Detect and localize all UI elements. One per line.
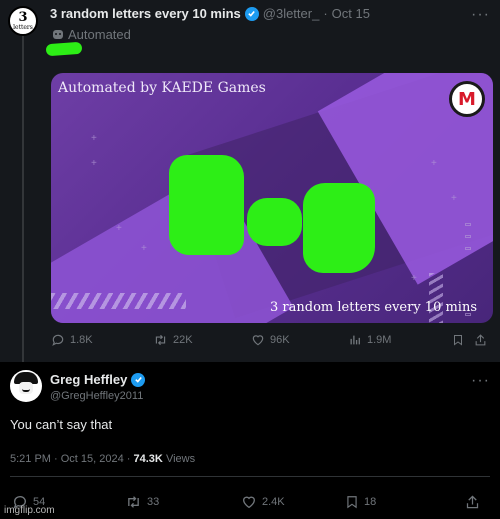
handle[interactable]: @GregHeffley2011 bbox=[50, 390, 143, 402]
thread-line bbox=[22, 34, 24, 366]
separator: · bbox=[323, 6, 328, 21]
watermark: imgflip.com bbox=[4, 505, 55, 516]
media-title: Automated by KAEDE Games bbox=[58, 80, 266, 96]
robot-icon bbox=[53, 30, 63, 39]
decor-plus: + bbox=[141, 243, 147, 254]
green-scribble bbox=[247, 198, 302, 246]
retweet-button[interactable]: 22K bbox=[153, 333, 251, 347]
divider bbox=[10, 476, 490, 477]
parent-tweet[interactable]: 3 letters 3 random letters every 10 mins… bbox=[0, 0, 500, 366]
tweet-date[interactable]: Oct 15 bbox=[332, 6, 370, 21]
views-label: Views bbox=[165, 453, 196, 465]
decor-plus: + bbox=[91, 133, 97, 144]
media-stripes bbox=[51, 293, 186, 309]
bookmark-button[interactable]: 18 bbox=[345, 494, 465, 510]
decor-plus: + bbox=[91, 158, 97, 169]
tweet-header: 3 random letters every 10 mins @3letter_… bbox=[50, 6, 370, 21]
bookmark-icon bbox=[454, 335, 462, 346]
retweet-icon bbox=[155, 334, 166, 346]
automated-label-row: Automated bbox=[53, 27, 131, 42]
like-icon bbox=[252, 335, 264, 346]
avatar[interactable]: 3 letters bbox=[8, 6, 38, 36]
more-icon[interactable]: ··· bbox=[471, 372, 490, 390]
decor-plus: + bbox=[411, 273, 417, 284]
decor-plus: + bbox=[451, 193, 457, 204]
tweet-meta: 5:21 PM · Oct 15, 2024 · 74.3K Views bbox=[10, 453, 195, 465]
avatar[interactable] bbox=[10, 370, 42, 402]
views-icon bbox=[350, 335, 360, 345]
logo-mark: M bbox=[458, 88, 476, 110]
bookmark-button[interactable] bbox=[452, 333, 474, 347]
reply-button[interactable]: 1.8K bbox=[51, 333, 153, 347]
share-button[interactable] bbox=[474, 333, 487, 347]
bookmark-count: 18 bbox=[364, 496, 377, 508]
reply-count: 1.8K bbox=[70, 334, 93, 346]
views-count: 1.9M bbox=[367, 334, 392, 346]
retweet-count: 33 bbox=[147, 496, 160, 508]
display-name-row: Greg Heffley bbox=[50, 372, 146, 387]
avatar-face bbox=[19, 382, 33, 394]
decor-plus: + bbox=[116, 223, 122, 234]
like-button[interactable]: 96K bbox=[251, 333, 349, 347]
verified-badge-icon bbox=[244, 6, 259, 21]
retweet-icon bbox=[128, 496, 139, 508]
decor-plus: + bbox=[431, 158, 437, 169]
decor-square bbox=[465, 223, 471, 226]
automated-label: Automated bbox=[68, 27, 131, 42]
retweet-count: 22K bbox=[173, 334, 193, 346]
tweet-text: You can’t say that bbox=[10, 417, 113, 432]
like-button[interactable]: 2.4K bbox=[241, 494, 345, 510]
views-button[interactable]: 1.9M bbox=[349, 333, 452, 347]
tweet-media-image[interactable]: + + + + + + + Automated by KAEDE Games M… bbox=[51, 73, 493, 323]
like-count: 96K bbox=[270, 334, 290, 346]
more-icon[interactable]: ··· bbox=[471, 6, 490, 24]
share-icon bbox=[475, 334, 486, 346]
share-icon bbox=[466, 495, 479, 509]
media-subtitle: 3 random letters every 10 mins bbox=[270, 300, 477, 315]
retweet-button[interactable]: 33 bbox=[125, 494, 241, 510]
decor-square bbox=[465, 247, 471, 250]
like-count: 2.4K bbox=[262, 496, 285, 508]
avatar-number: 3 bbox=[18, 10, 28, 25]
share-button[interactable] bbox=[465, 494, 480, 510]
green-scribble bbox=[303, 183, 375, 273]
handle[interactable]: @3letter_ bbox=[263, 6, 320, 21]
avatar-label: letters bbox=[13, 24, 33, 31]
display-name[interactable]: 3 random letters every 10 mins bbox=[50, 6, 241, 21]
tweet-actions: 54 33 2.4K 18 bbox=[12, 494, 492, 510]
green-scribble bbox=[45, 41, 83, 57]
media-stripes bbox=[429, 273, 443, 323]
reply-icon bbox=[52, 334, 64, 346]
green-scribble bbox=[169, 155, 244, 255]
bookmark-icon bbox=[347, 496, 357, 509]
decor-square bbox=[465, 235, 471, 238]
kaede-logo: M bbox=[449, 81, 485, 117]
display-name[interactable]: Greg Heffley bbox=[50, 372, 127, 387]
like-icon bbox=[242, 496, 256, 509]
tweet-actions: 1.8K 22K 96K 1.9M bbox=[51, 333, 496, 347]
views-count: 74.3K bbox=[133, 453, 163, 465]
tweet-timestamp[interactable]: 5:21 PM · Oct 15, 2024 · bbox=[10, 453, 130, 465]
verified-badge-icon bbox=[131, 372, 146, 387]
reply-tweet[interactable]: Greg Heffley @GregHeffley2011 ··· You ca… bbox=[0, 362, 500, 519]
